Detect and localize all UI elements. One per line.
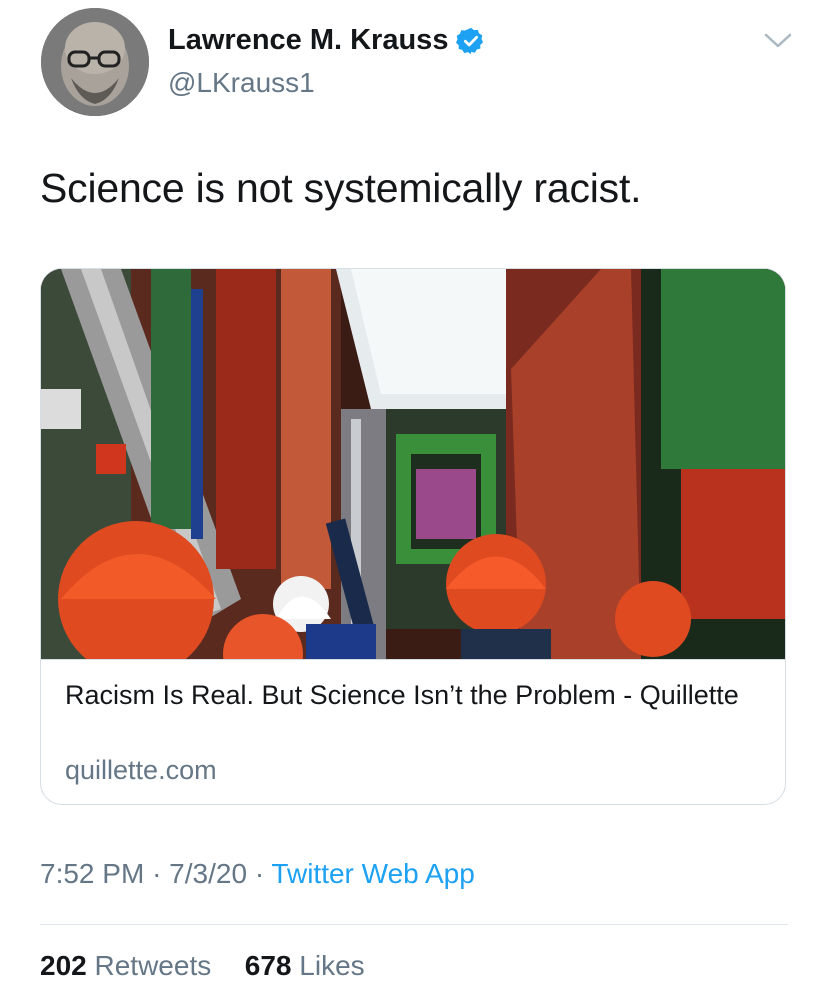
- likes-stat[interactable]: 678 Likes: [245, 950, 365, 981]
- verified-badge-icon: [456, 26, 486, 56]
- likes-label: Likes: [299, 950, 365, 981]
- profile-photo-icon: [41, 8, 149, 116]
- card-title: Racism Is Real. But Science Isn’t the Pr…: [65, 680, 739, 710]
- meta-separator: ·: [152, 858, 162, 889]
- chevron-down-icon[interactable]: [762, 30, 794, 52]
- retweets-label: Retweets: [94, 950, 212, 981]
- engagement-stats: 202 Retweets 678 Likes: [40, 950, 365, 982]
- link-card[interactable]: Racism Is Real. But Science Isn’t the Pr…: [40, 268, 786, 805]
- avatar[interactable]: [41, 8, 149, 116]
- particle-detector-photo-icon: [41, 269, 785, 659]
- tweet-meta: 7:52 PM · 7/3/20 · Twitter Web App: [40, 858, 475, 890]
- divider: [40, 924, 788, 925]
- meta-separator: ·: [254, 858, 265, 889]
- tweet-time[interactable]: 7:52 PM: [40, 858, 144, 889]
- tweet-source-link[interactable]: Twitter Web App: [271, 858, 474, 889]
- card-body: Racism Is Real. But Science Isn’t the Pr…: [41, 659, 785, 804]
- tweet-date[interactable]: 7/3/20: [169, 858, 247, 889]
- card-image: [41, 269, 785, 659]
- card-domain: quillette.com: [65, 755, 217, 785]
- author-handle[interactable]: @LKrauss1: [168, 67, 315, 99]
- display-name-text: Lawrence M. Krauss: [168, 24, 449, 56]
- tweet-text: Science is not systemically racist.: [40, 165, 642, 211]
- retweets-count: 202: [40, 950, 87, 981]
- retweets-stat[interactable]: 202 Retweets: [40, 950, 219, 981]
- likes-count: 678: [244, 950, 292, 981]
- author-display-name[interactable]: Lawrence M. Krauss: [168, 24, 486, 57]
